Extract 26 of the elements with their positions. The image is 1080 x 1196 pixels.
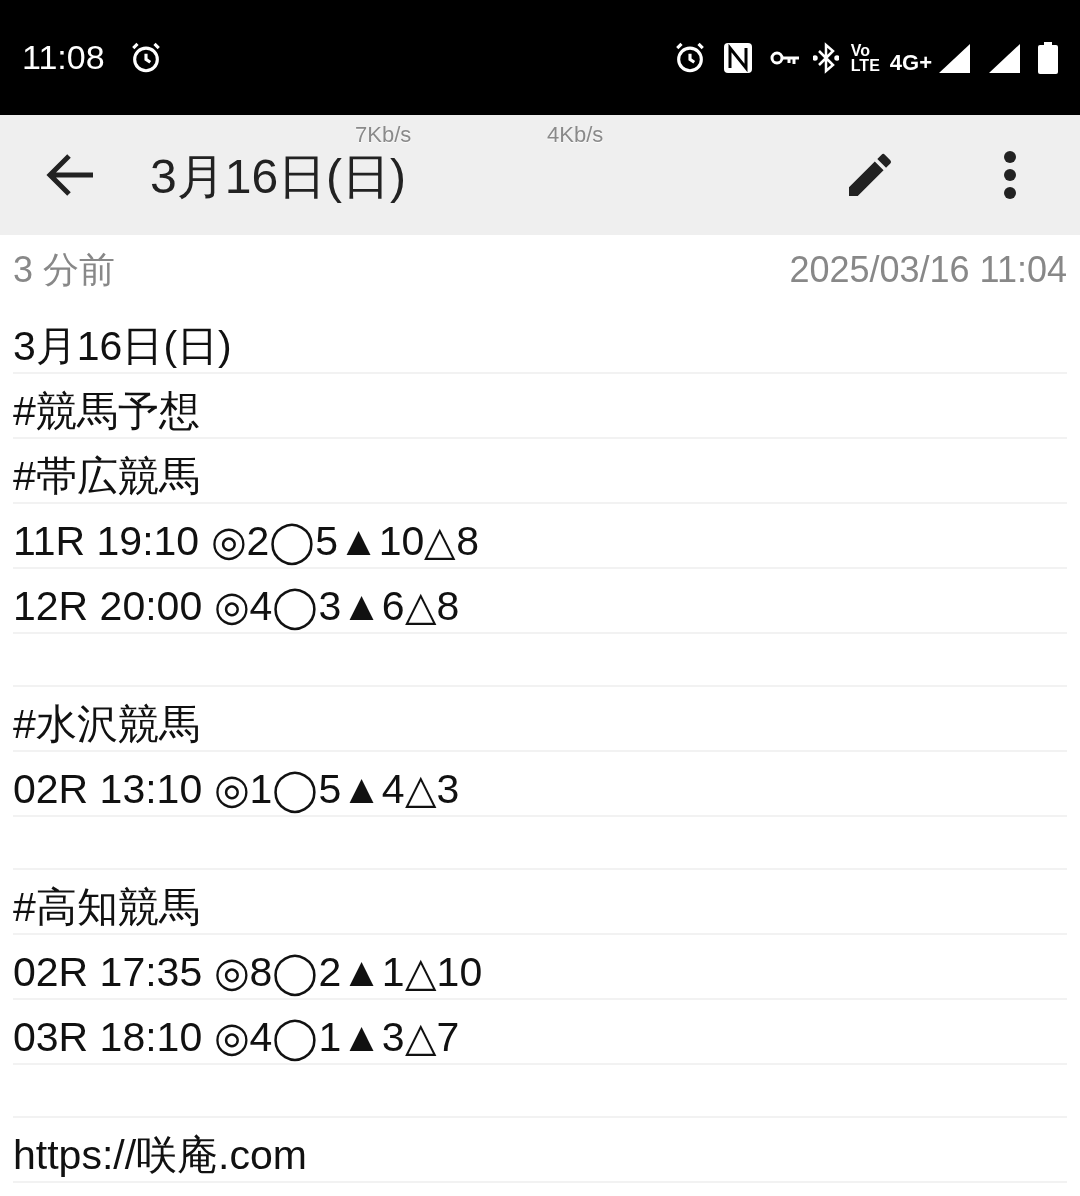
speed-overlay: 4Kb/s: [547, 123, 604, 147]
signal-icon: [988, 41, 1022, 74]
signal-icon: [938, 41, 972, 74]
clock-time: 11:08: [22, 37, 105, 78]
relative-time: 3 分前: [13, 248, 116, 292]
note-line: #競馬予想: [13, 387, 200, 436]
note-line: 02R 17:35 ◎8◯2▲1△10: [13, 948, 483, 998]
more-vertical-icon: [1002, 150, 1018, 200]
network-type: 4G+: [889, 49, 932, 77]
nfc-icon: [722, 41, 753, 74]
speed-overlay: 7Kb/s: [355, 123, 412, 147]
timestamp: 2025/03/16 11:04: [789, 248, 1067, 292]
note-line: 02R 13:10 ◎1◯5▲4△3: [13, 765, 460, 815]
back-arrow-icon: [45, 153, 95, 197]
note-line: 3月16日(日): [13, 322, 232, 371]
volte-indicator: Vo LTE: [850, 42, 880, 73]
note-line: 03R 18:10 ◎4◯1▲3△7: [13, 1013, 460, 1063]
toolbar-title: 3月16日(日): [150, 152, 407, 202]
note-line: 11R 19:10 ◎2◯5▲10△8: [13, 517, 480, 567]
note-line: #高知競馬: [13, 883, 200, 932]
bluetooth-icon: [812, 41, 839, 74]
battery-icon: [1038, 41, 1058, 74]
note-line: #帯広競馬: [13, 452, 200, 501]
note-link[interactable]: https://咲庵.com: [13, 1129, 307, 1181]
note-line: 12R 20:00 ◎4◯3▲6△8: [13, 582, 460, 632]
note-line: #水沢競馬: [13, 700, 200, 749]
